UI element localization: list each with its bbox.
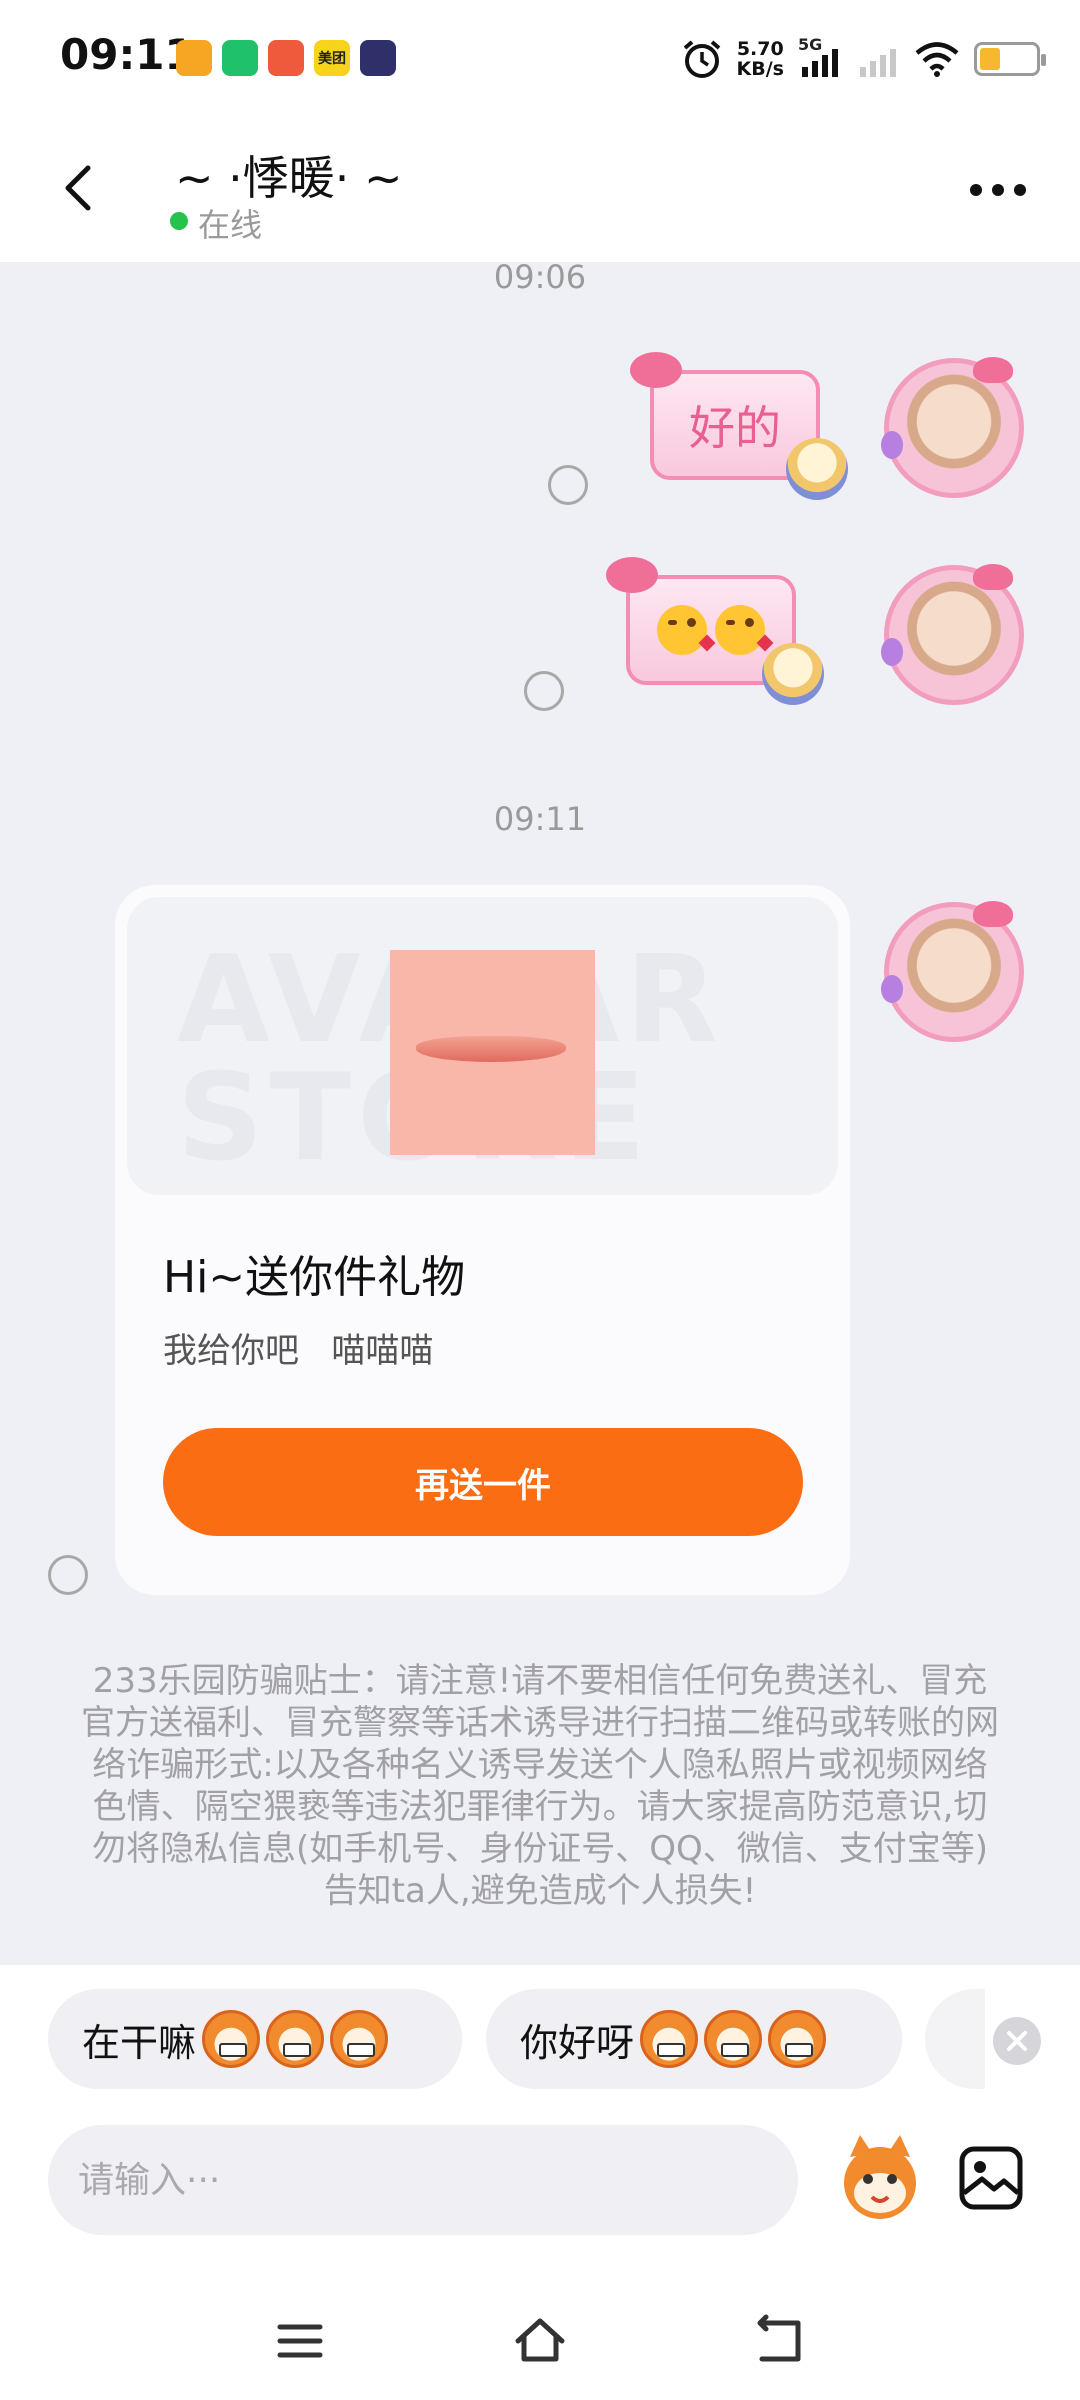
more-dots-icon [970,184,1026,196]
status-bar: 09:11 美团 5.70 KB/s 5G [0,0,1080,120]
message-timestamp: 09:11 [493,800,587,838]
mascot-face-icon [768,2010,827,2068]
network-speed-value: 5.70 [736,38,784,60]
online-status-label: 在线 [198,206,263,244]
message-input[interactable] [48,2125,798,2235]
my-avatar[interactable] [881,564,1024,705]
close-icon [1007,2031,1027,2051]
kissing-face-emoji [657,605,716,655]
gift-subtitle: 我给你吧 喵喵喵 [163,1331,434,1371]
more-options-button[interactable] [966,170,1030,210]
back-button[interactable] [50,158,110,218]
quick-reply-chip[interactable]: 你好呀 [486,1989,902,2089]
sticker-text: 好的 [689,401,781,455]
quick-reply-chip[interactable]: 在干嘛 [48,1989,462,2089]
game-app-icon [268,40,304,76]
video-app-icon [222,40,258,76]
online-status-dot [170,212,188,230]
nav-menu-button[interactable] [270,2311,330,2371]
mascot-face-icon [640,2010,699,2068]
network-speed-unit: KB/s [736,58,784,80]
status-time: 09:11 [60,30,194,79]
status-right-group: 5.70 KB/s 5G [681,34,1046,84]
contact-name: ~ ·悸暖· ~ [175,151,403,205]
grinning-mascot-icon [202,2010,261,2068]
alarm-icon [683,40,720,78]
grinning-mascot-icon [266,2010,325,2068]
message-status-indicator [548,465,588,505]
gift-image-area: AVATAR STORE [127,897,838,1195]
nav-home-button[interactable] [510,2311,570,2371]
mascot-face-icon [704,2010,763,2068]
battery-icon [974,42,1046,76]
home-icon [515,2318,565,2362]
memo-app-icon [176,40,212,76]
quick-reply-chip-partial[interactable] [925,1989,985,2089]
lips-icon [416,1036,566,1062]
bow-decoration [606,557,658,593]
message-status-indicator [48,1555,88,1595]
menu-icon [277,2324,323,2358]
meituan-app-icon: 美团 [314,40,350,76]
my-avatar[interactable] [881,357,1024,498]
battery-level [980,48,1000,70]
signal-5g-icon: 5G [798,35,842,79]
chat-header: ~ ·悸暖· ~ 在线 [0,120,1080,262]
mascot-sticker-icon [844,2135,916,2219]
image-upload-button[interactable] [958,2145,1024,2211]
composer-panel: 在干嘛 你好呀 [0,1965,1080,2400]
gift-item-image [390,950,595,1155]
sticker-message[interactable] [606,557,824,705]
chevron-left-icon [65,165,91,211]
send-another-gift-button[interactable]: 再送一件 [163,1428,803,1536]
wifi-icon [915,42,959,77]
image-icon [959,2146,1023,2210]
message-status-indicator [524,671,564,711]
grinning-mascot-icon [330,2010,389,2068]
kissing-face-emoji [715,605,774,655]
close-quick-replies-button[interactable] [993,2017,1041,2065]
sticker-character-icon [786,438,848,500]
message-timestamp: 09:06 [493,258,587,296]
gift-card-message[interactable]: AVATAR STORE Hi~送你件礼物 我给你吧 喵喵喵 再送一件 [115,885,850,1595]
quick-reply-label: 你好呀 [520,2020,635,2065]
sticker-button[interactable] [830,2127,930,2227]
anti-fraud-tip: 233乐园防骗贴士：请注意!请不要相信任何免费送礼、冒充官方送福利、冒充警察等话… [81,1661,999,1911]
sticker-message[interactable]: 好的 [630,352,848,500]
back-arrow-icon [757,2314,801,2362]
quick-reply-label: 在干嘛 [82,2020,197,2065]
sticker-character-icon [762,643,824,705]
player-app-icon [360,40,396,76]
bow-decoration [630,352,682,388]
network-speed: 5.70 KB/s [737,39,784,79]
my-avatar[interactable] [881,901,1024,1042]
gift-title: Hi~送你件礼物 [163,1252,466,1303]
signal-icon [860,49,896,77]
nav-back-button[interactable] [750,2311,810,2371]
